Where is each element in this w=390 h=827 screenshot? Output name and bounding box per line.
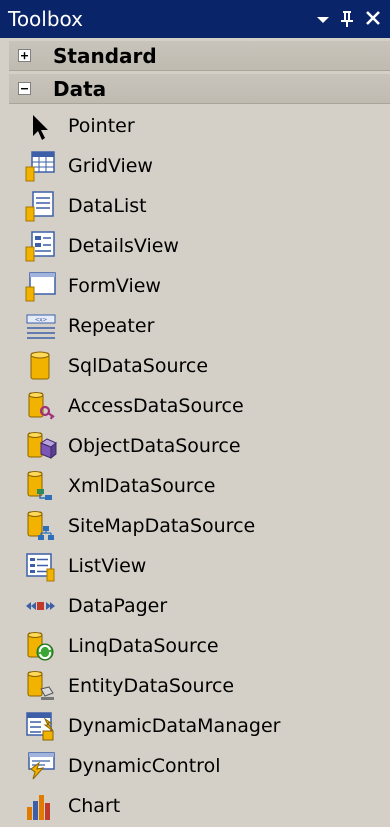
item-label: SiteMapDataSource <box>68 515 256 537</box>
toolbox-titlebar[interactable]: Toolbox <box>0 0 390 38</box>
entitydatasource-icon <box>23 669 57 703</box>
item-label: EntityDataSource <box>68 675 235 697</box>
formview-icon <box>23 269 57 303</box>
window-title: Toolbox <box>8 7 83 31</box>
group-header-standard[interactable]: Standard <box>9 41 390 71</box>
group-label-standard: Standard <box>53 44 157 68</box>
item-label: Repeater <box>68 315 155 337</box>
item-label: FormView <box>68 275 161 297</box>
close-icon[interactable] <box>362 7 384 29</box>
toolbox-window: Toolbox Standard Data Pointer GridView D… <box>0 0 390 826</box>
xmldatasource-icon <box>23 469 57 503</box>
detailsview-icon <box>23 229 57 263</box>
toolbox-item-pointer[interactable]: Pointer <box>0 106 390 146</box>
toolbox-item-dynamicdatamanager[interactable]: DynamicDataManager <box>0 706 390 746</box>
toolbox-item-linqdatasource[interactable]: LinqDataSource <box>0 626 390 666</box>
toolbox-item-entitydatasource[interactable]: EntityDataSource <box>0 666 390 706</box>
toolbox-item-formview[interactable]: FormView <box>0 266 390 306</box>
svg-text:<x>: <x> <box>35 316 47 324</box>
toolbox-item-detailsview[interactable]: DetailsView <box>0 226 390 266</box>
item-label: SqlDataSource <box>68 355 209 377</box>
pin-icon[interactable] <box>336 7 358 29</box>
objectdatasource-icon <box>23 429 57 463</box>
dynamicdatamanager-icon <box>23 709 57 743</box>
item-label: GridView <box>68 155 153 177</box>
minus-icon[interactable] <box>18 82 31 95</box>
repeater-icon: <x> <box>23 309 57 343</box>
toolbox-item-sitemapdatasource[interactable]: SiteMapDataSource <box>0 506 390 546</box>
item-label: AccessDataSource <box>68 395 244 417</box>
chart-icon <box>23 789 57 823</box>
datalist-icon <box>23 189 57 223</box>
item-label: ObjectDataSource <box>68 435 241 457</box>
item-label: DataList <box>68 195 147 217</box>
toolbox-item-chart[interactable]: Chart <box>0 786 390 826</box>
toolbox-item-xmldatasource[interactable]: XmlDataSource <box>0 466 390 506</box>
item-label: ListView <box>68 555 147 577</box>
item-label: DetailsView <box>68 235 179 257</box>
gridview-icon <box>23 149 57 183</box>
item-label: XmlDataSource <box>68 475 216 497</box>
toolbox-item-gridview[interactable]: GridView <box>0 146 390 186</box>
group-label-data: Data <box>53 77 107 101</box>
pointer-arrow-icon <box>23 109 57 143</box>
toolbox-item-sqldatasource[interactable]: SqlDataSource <box>0 346 390 386</box>
listview-icon <box>23 549 57 583</box>
toolbox-item-datapager[interactable]: DataPager <box>0 586 390 626</box>
datapager-icon <box>23 589 57 623</box>
item-label: LinqDataSource <box>68 635 219 657</box>
sqldatasource-icon <box>23 349 57 383</box>
toolbox-item-dynamiccontrol[interactable]: DynamicControl <box>0 746 390 786</box>
dynamiccontrol-icon <box>23 749 57 783</box>
toolbox-item-datalist[interactable]: DataList <box>0 186 390 226</box>
toolbox-item-listview[interactable]: ListView <box>0 546 390 586</box>
item-label: Chart <box>68 795 121 817</box>
toolbox-item-repeater[interactable]: <x> Repeater <box>0 306 390 346</box>
toolbox-item-objectdatasource[interactable]: ObjectDataSource <box>0 426 390 466</box>
sitemapdatasource-icon <box>23 509 57 543</box>
linqdatasource-icon <box>23 629 57 663</box>
item-label: Pointer <box>68 115 135 137</box>
item-label: DynamicDataManager <box>68 715 281 737</box>
accessdatasource-icon <box>23 389 57 423</box>
plus-icon[interactable] <box>18 49 31 62</box>
item-label: DataPager <box>68 595 168 617</box>
toolbox-item-accessdatasource[interactable]: AccessDataSource <box>0 386 390 426</box>
item-label: DynamicControl <box>68 755 221 777</box>
dropdown-arrow-icon[interactable] <box>312 7 334 29</box>
group-header-data[interactable]: Data <box>9 74 390 104</box>
